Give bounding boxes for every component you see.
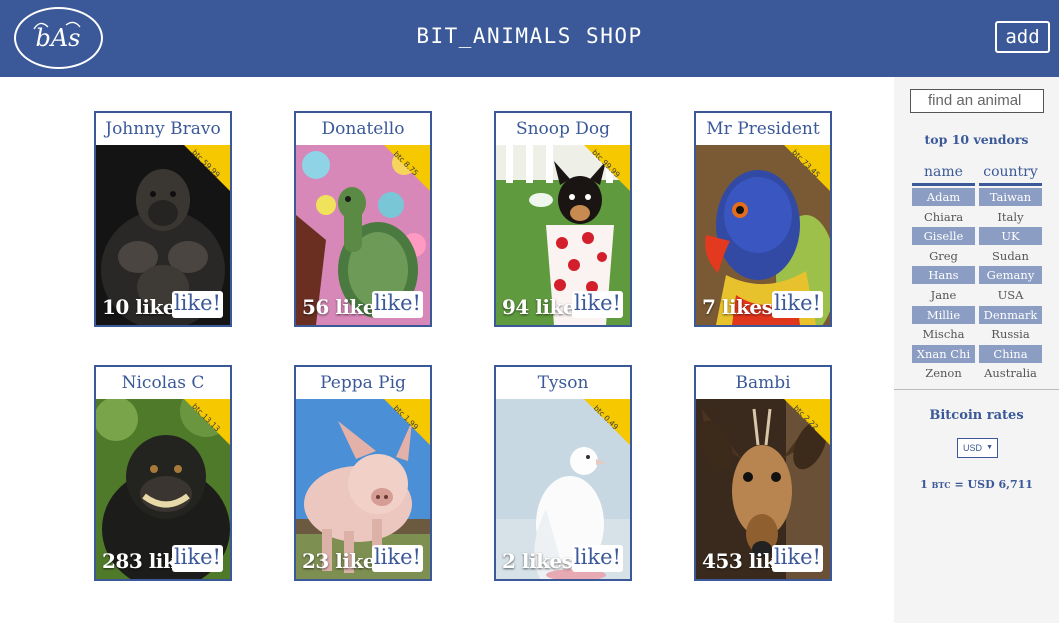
animal-card[interactable]: Bambi btc 2.22 453 likes like! (694, 365, 832, 581)
animal-name[interactable]: Peppa Pig (296, 367, 430, 399)
vendor-name: Mischa (922, 327, 965, 342)
vendor-country: Australia (984, 366, 1037, 381)
vendor-row[interactable]: Millie Denmark (912, 305, 1042, 324)
vendor-row[interactable]: Xnan Chi China (912, 344, 1042, 363)
vendors-title: top 10 vendors (924, 132, 1029, 147)
likes-count: 2 likes (502, 549, 573, 573)
vendor-row[interactable]: Hans Gemany (912, 266, 1042, 285)
animal-card[interactable]: Mr President btc 73.45 7 likes like! (694, 111, 832, 327)
like-button[interactable]: like! (371, 545, 423, 572)
animal-name[interactable]: Nicolas C (96, 367, 230, 399)
rate-value: = USD 6,711 (954, 478, 1033, 491)
currency-selected-value: USD (963, 443, 983, 453)
like-button[interactable]: like! (171, 291, 223, 318)
vendor-row[interactable]: Jane USA (912, 286, 1042, 304)
vendor-row[interactable]: Zenon Australia (912, 364, 1042, 382)
vendor-name: Zenon (925, 366, 962, 381)
animal-card[interactable]: Johnny Bravo btc 59.99 10 likes like! (94, 111, 232, 327)
vendors-table-header: name country (912, 164, 1042, 186)
vendor-country: Denmark (979, 305, 1042, 324)
vendor-country: USA (997, 288, 1024, 302)
vendor-country: Gemany (979, 266, 1042, 285)
likes-count: 7 likes (702, 295, 773, 319)
animal-card[interactable]: Donatello btc 8.75 56 likes like! (294, 111, 432, 327)
btc-rate: 1 BTC = USD 6,711 (894, 478, 1059, 491)
add-button[interactable]: add (995, 21, 1050, 53)
animal-name[interactable]: Johnny Bravo (96, 113, 230, 145)
vendor-name: Adam (912, 188, 975, 206)
like-button[interactable]: like! (771, 545, 823, 572)
sidebar: find an animal top 10 vendors name count… (894, 77, 1059, 623)
like-button[interactable]: like! (171, 545, 223, 572)
animal-card[interactable]: Nicolas C btc 13.13 283 likes like! (94, 365, 232, 581)
vendor-country: China (979, 344, 1042, 363)
rate-unit: BTC (931, 480, 951, 490)
search-input[interactable]: find an animal (910, 89, 1044, 113)
vendor-country: Taiwan (979, 188, 1042, 206)
animal-card[interactable]: Peppa Pig btc 1.99 23 likes like! (294, 365, 432, 581)
vendor-name: Jane (930, 288, 957, 302)
vendor-row[interactable]: Greg Sudan (912, 247, 1042, 265)
header: bAs BIT_ANIMALS SHOP add (0, 0, 1059, 77)
vendor-name: Chiara (923, 209, 964, 224)
animal-name[interactable]: Tyson (496, 367, 630, 399)
vendor-name: Millie (912, 305, 975, 324)
vendor-country: Russia (991, 327, 1030, 342)
bitcoin-rates-title: Bitcoin rates (929, 408, 1024, 423)
vendor-name: Hans (912, 266, 975, 285)
vendor-name: Giselle (912, 227, 975, 246)
vendor-country: Sudan (992, 248, 1029, 263)
animal-name[interactable]: Snoop Dog (496, 113, 630, 145)
like-button[interactable]: like! (571, 291, 623, 318)
like-button[interactable]: like! (771, 291, 823, 318)
vendor-name: Greg (929, 248, 958, 263)
animal-name[interactable]: Bambi (696, 367, 830, 399)
vendor-country: Italy (997, 209, 1024, 224)
column-header-name[interactable]: name (912, 164, 975, 186)
vendor-row[interactable]: Giselle UK (912, 227, 1042, 246)
like-button[interactable]: like! (371, 291, 423, 318)
currency-select[interactable]: USD ▼ (957, 438, 998, 458)
page-title: BIT_ANIMALS SHOP (416, 24, 643, 48)
chevron-down-icon: ▼ (986, 444, 993, 451)
vendor-row[interactable]: Chiara Italy (912, 208, 1042, 226)
sidebar-divider (894, 389, 1059, 390)
animal-name[interactable]: Donatello (296, 113, 430, 145)
rate-prefix: 1 (920, 478, 928, 491)
vendor-row[interactable]: Mischa Russia (912, 325, 1042, 343)
animal-card[interactable]: Tyson btc 0.49 2 likes like! (494, 365, 632, 581)
vendor-country: UK (979, 227, 1042, 246)
animal-name[interactable]: Mr President (696, 113, 830, 145)
column-header-country[interactable]: country (979, 164, 1042, 186)
vendor-row[interactable]: Adam Taiwan (912, 188, 1042, 206)
vendor-name: Xnan Chi (912, 344, 975, 363)
like-button[interactable]: like! (571, 545, 623, 572)
animal-card[interactable]: Snoop Dog btc 99.99 94 likes like! (494, 111, 632, 327)
